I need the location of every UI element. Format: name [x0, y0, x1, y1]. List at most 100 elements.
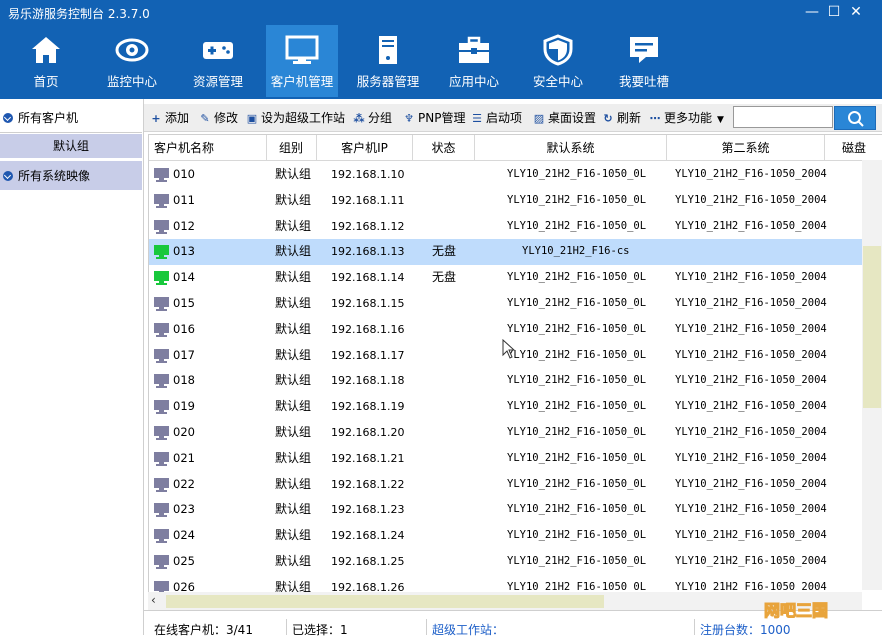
client-name: 019 [173, 399, 195, 414]
client-status [432, 214, 472, 240]
default-system: YLY10_21H2_F16-1050_0L [507, 426, 647, 438]
vertical-scrollbar[interactable] [862, 160, 882, 590]
default-system: YLY10_21H2_F16-1050_0L [507, 271, 647, 284]
registered-count: 注册台数：1000 [700, 623, 791, 637]
client-group: 默认组 [275, 502, 312, 517]
second-system: YLY10_21H2_F16-1050_2004 [675, 322, 827, 335]
client-ip: 192.168.1.12 [331, 219, 405, 233]
table-row[interactable]: 022 默认组 192.168.1.22 YLY10_21H2_F16-1050_0L… [149, 472, 863, 498]
pnp-button[interactable]: ♆ PNP管理 [403, 110, 465, 126]
table-row[interactable]: 015 默认组 192.168.1.15 YLY10_21H2_F16-1050_0L… [149, 291, 863, 317]
gamepad-icon [203, 42, 233, 59]
title-bar: 易乐游服务控制台 2.3.7.0 — ☐ ✕ [0, 0, 882, 24]
table-row[interactable]: 020 默认组 192.168.1.20 YLY10_21H2_F16-1050_0L… [149, 420, 863, 446]
list-icon: ☰ [472, 112, 482, 125]
close-button[interactable]: ✕ [847, 4, 865, 20]
client-status: 无盘 [432, 270, 457, 285]
client-status [432, 549, 472, 575]
column-header-name[interactable]: 客户机名称 [149, 135, 267, 161]
offline-pc-icon [154, 168, 169, 182]
client-status [432, 162, 472, 188]
refresh-button[interactable]: ↻ 刷新 [602, 110, 641, 126]
table-row[interactable]: 014 默认组 192.168.1.14 无盘 YLY10_21H2_F16-1050_… [149, 265, 863, 291]
sidebar-item-all-clients[interactable]: 所有客户机 [0, 103, 142, 133]
table-row[interactable]: 012 默认组 192.168.1.12 YLY10_21H2_F16-1050_0L… [149, 214, 863, 240]
nav-app-center[interactable]: 应用中心 [438, 25, 510, 97]
default-system: YLY10_21H2_F16-1050_0L [507, 297, 647, 309]
desktop-settings-button[interactable]: ▨ 桌面设置 [533, 110, 596, 126]
group-button[interactable]: ⁂ 分组 [353, 110, 392, 126]
offline-pc-icon [154, 400, 169, 415]
watermark-text: 网吧三国 [764, 601, 828, 620]
horizontal-scroll-thumb[interactable] [166, 595, 604, 608]
table-row[interactable]: 024 默认组 192.168.1.24 YLY10_21H2_F16-1050_0L… [149, 523, 863, 549]
client-status [432, 368, 472, 394]
column-header-default-system[interactable]: 默认系统 [475, 135, 667, 161]
column-header-disk[interactable]: 磁盘 [825, 135, 882, 161]
second-system: YLY10_21H2_F16-1050_2004 [675, 400, 827, 413]
nav-home[interactable]: 首页 [10, 25, 82, 97]
horizontal-scrollbar[interactable]: ‹ [148, 592, 862, 610]
table-row[interactable]: 010 默认组 192.168.1.10 YLY10_21H2_F16-1050_0L… [149, 162, 863, 188]
client-group: 默认组 [275, 296, 312, 310]
add-button[interactable]: + 添加 [150, 110, 189, 126]
nav-security-center[interactable]: 安全中心 [522, 25, 594, 97]
nav-label: 应用中心 [448, 74, 499, 89]
nav-monitor-center[interactable]: 监控中心 [96, 25, 168, 97]
table-row[interactable]: 011 默认组 192.168.1.11 YLY10_21H2_F16-1050_0L… [149, 188, 863, 214]
client-ip: 192.168.1.11 [331, 193, 405, 207]
sidebar-item-label: 默认组 [52, 139, 89, 153]
client-group: 默认组 [275, 192, 312, 207]
nav-resource-management[interactable]: 资源管理 [182, 25, 254, 97]
set-super-workstation-button[interactable]: ▣ 设为超级工作站 [246, 110, 345, 126]
plus-icon: + [151, 112, 161, 125]
client-ip: 192.168.1.18 [331, 374, 405, 388]
watermark-logo: 网吧三国 [763, 600, 828, 620]
edit-button[interactable]: ✎ 修改 [199, 110, 238, 126]
column-header-status[interactable]: 状态 [413, 135, 475, 161]
sidebar-item-all-images[interactable]: 所有系统映像 [0, 160, 142, 190]
eye-icon [115, 38, 149, 62]
client-ip: 192.168.1.23 [331, 503, 405, 517]
table-row[interactable]: 019 默认组 192.168.1.19 YLY10_21H2_F16-1050_0L… [149, 394, 863, 420]
offline-pc-icon [154, 348, 169, 363]
table-row[interactable]: 021 默认组 192.168.1.21 YLY10_21H2_F16-1050_0L… [149, 446, 863, 472]
client-status [432, 188, 472, 214]
search-input[interactable] [733, 106, 833, 128]
client-status [432, 394, 472, 420]
column-header-ip[interactable]: 客户机IP [317, 135, 413, 161]
column-header-second-system[interactable]: 第二系统 [667, 135, 825, 161]
default-system: YLY10_21H2_F16-cs [522, 245, 630, 258]
table-row[interactable]: 025 默认组 192.168.1.25 YLY10_21H2_F16-1050_0L… [149, 549, 863, 575]
server-icon [379, 36, 397, 64]
client-group: 默认组 [275, 218, 312, 233]
scroll-left-icon[interactable]: ‹ [151, 593, 156, 607]
column-header-group[interactable]: 组别 [267, 135, 317, 161]
offline-pc-icon [154, 503, 169, 518]
nav-feedback[interactable]: 我要吐槽 [608, 25, 680, 97]
status-divider [694, 619, 695, 635]
vertical-scroll-thumb[interactable] [863, 246, 881, 408]
search-button[interactable] [834, 106, 876, 130]
more-functions-button[interactable]: ⋯ 更多功能 ▼ [649, 110, 724, 126]
second-system: YLY10_21H2_F16-1050_2004 [675, 477, 827, 490]
second-system: YLY10_21H2_F16-1050_2004 [675, 503, 827, 516]
online-pc-icon [154, 245, 169, 260]
client-status [432, 420, 472, 446]
client-group: 默认组 [275, 270, 312, 285]
boot-items-button[interactable]: ☰ 启动项 [471, 110, 522, 126]
client-name: 025 [173, 554, 195, 568]
minimize-button[interactable]: — [803, 4, 821, 20]
table-row[interactable]: 023 默认组 192.168.1.23 YLY10_21H2_F16-1050_0L… [149, 497, 863, 523]
table-row[interactable]: 013 默认组 192.168.1.13 无盘 YLY10_21H2_F16-cs [149, 239, 863, 266]
table-row[interactable]: 018 默认组 192.168.1.18 YLY10_21H2_F16-1050_0L… [149, 368, 863, 394]
client-name: 018 [173, 373, 195, 388]
client-ip: 192.168.1.24 [331, 529, 405, 543]
nav-server-management[interactable]: 服务器管理 [352, 25, 424, 97]
nav-client-management[interactable]: 客户机管理 [266, 25, 338, 97]
client-ip: 192.168.1.13 [331, 245, 405, 259]
status-divider [286, 619, 287, 635]
offline-pc-icon [154, 219, 169, 234]
restore-button[interactable]: ☐ [825, 4, 843, 20]
sidebar-item-default-group[interactable]: 默认组 [0, 134, 142, 158]
